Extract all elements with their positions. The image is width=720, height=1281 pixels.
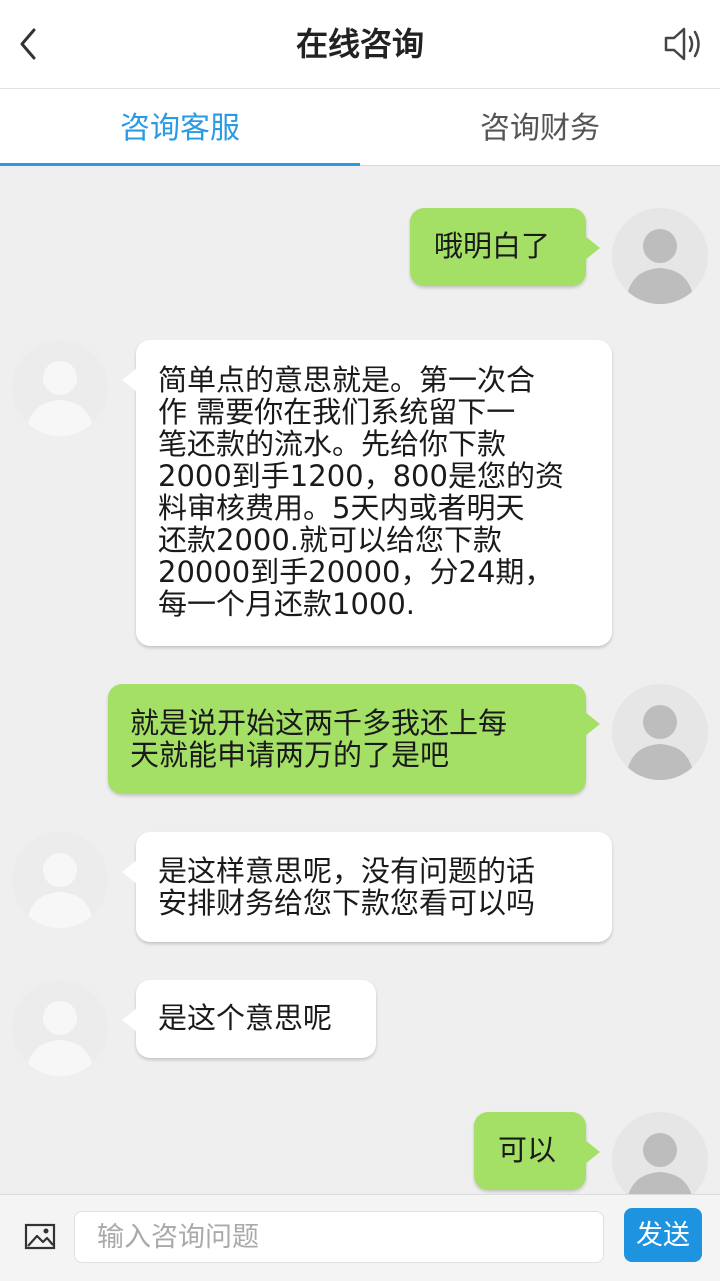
send-button[interactable]: 发送 [624, 1208, 702, 1262]
agent-avatar [12, 340, 108, 436]
agent-avatar [12, 832, 108, 928]
page-title: 在线咨询 [295, 25, 424, 63]
top-bar: 在线咨询 [0, 0, 720, 89]
message-bubble-sent: 就是说开始这两千多我还上每 天就能申请两万的了是吧 [108, 684, 600, 794]
person-silhouette-icon [26, 853, 94, 928]
message-bubble-received: 简单点的意思就是。第一次合 作 需要你在我们系统留下一 笔还款的流水。先给你下款… [122, 340, 612, 646]
message-bubble-sent: 可以 [474, 1112, 600, 1190]
tab-bar: 咨询客服 咨询财务 [0, 89, 720, 166]
user-avatar [612, 1112, 708, 1194]
input-bar: 发送 [0, 1194, 720, 1281]
speaker-button[interactable] [662, 24, 706, 64]
tab-customer-service[interactable]: 咨询客服 [0, 89, 360, 166]
question-input[interactable] [74, 1211, 604, 1263]
agent-avatar [12, 980, 108, 1076]
speaker-icon [664, 27, 700, 61]
chat-area[interactable]: 哦明白了 简单点的意思就是。第一次合 作 需要你在我们系统留下一 笔还款的流水。… [0, 166, 720, 1194]
person-silhouette-icon [26, 1001, 94, 1076]
person-silhouette-icon [26, 361, 94, 436]
person-silhouette-icon [626, 705, 694, 780]
message-bubble-received: 是这个意思呢 [122, 980, 376, 1058]
user-avatar [612, 208, 708, 304]
user-avatar [612, 684, 708, 780]
image-button[interactable] [24, 1222, 58, 1252]
image-icon [24, 1223, 56, 1250]
person-silhouette-icon [626, 229, 694, 304]
person-silhouette-icon [628, 1133, 692, 1194]
tab-finance[interactable]: 咨询财务 [360, 89, 720, 165]
message-bubble-received: 是这样意思呢，没有问题的话 安排财务给您下款您看可以吗 [122, 832, 612, 942]
message-bubble-sent: 哦明白了 [410, 208, 600, 286]
